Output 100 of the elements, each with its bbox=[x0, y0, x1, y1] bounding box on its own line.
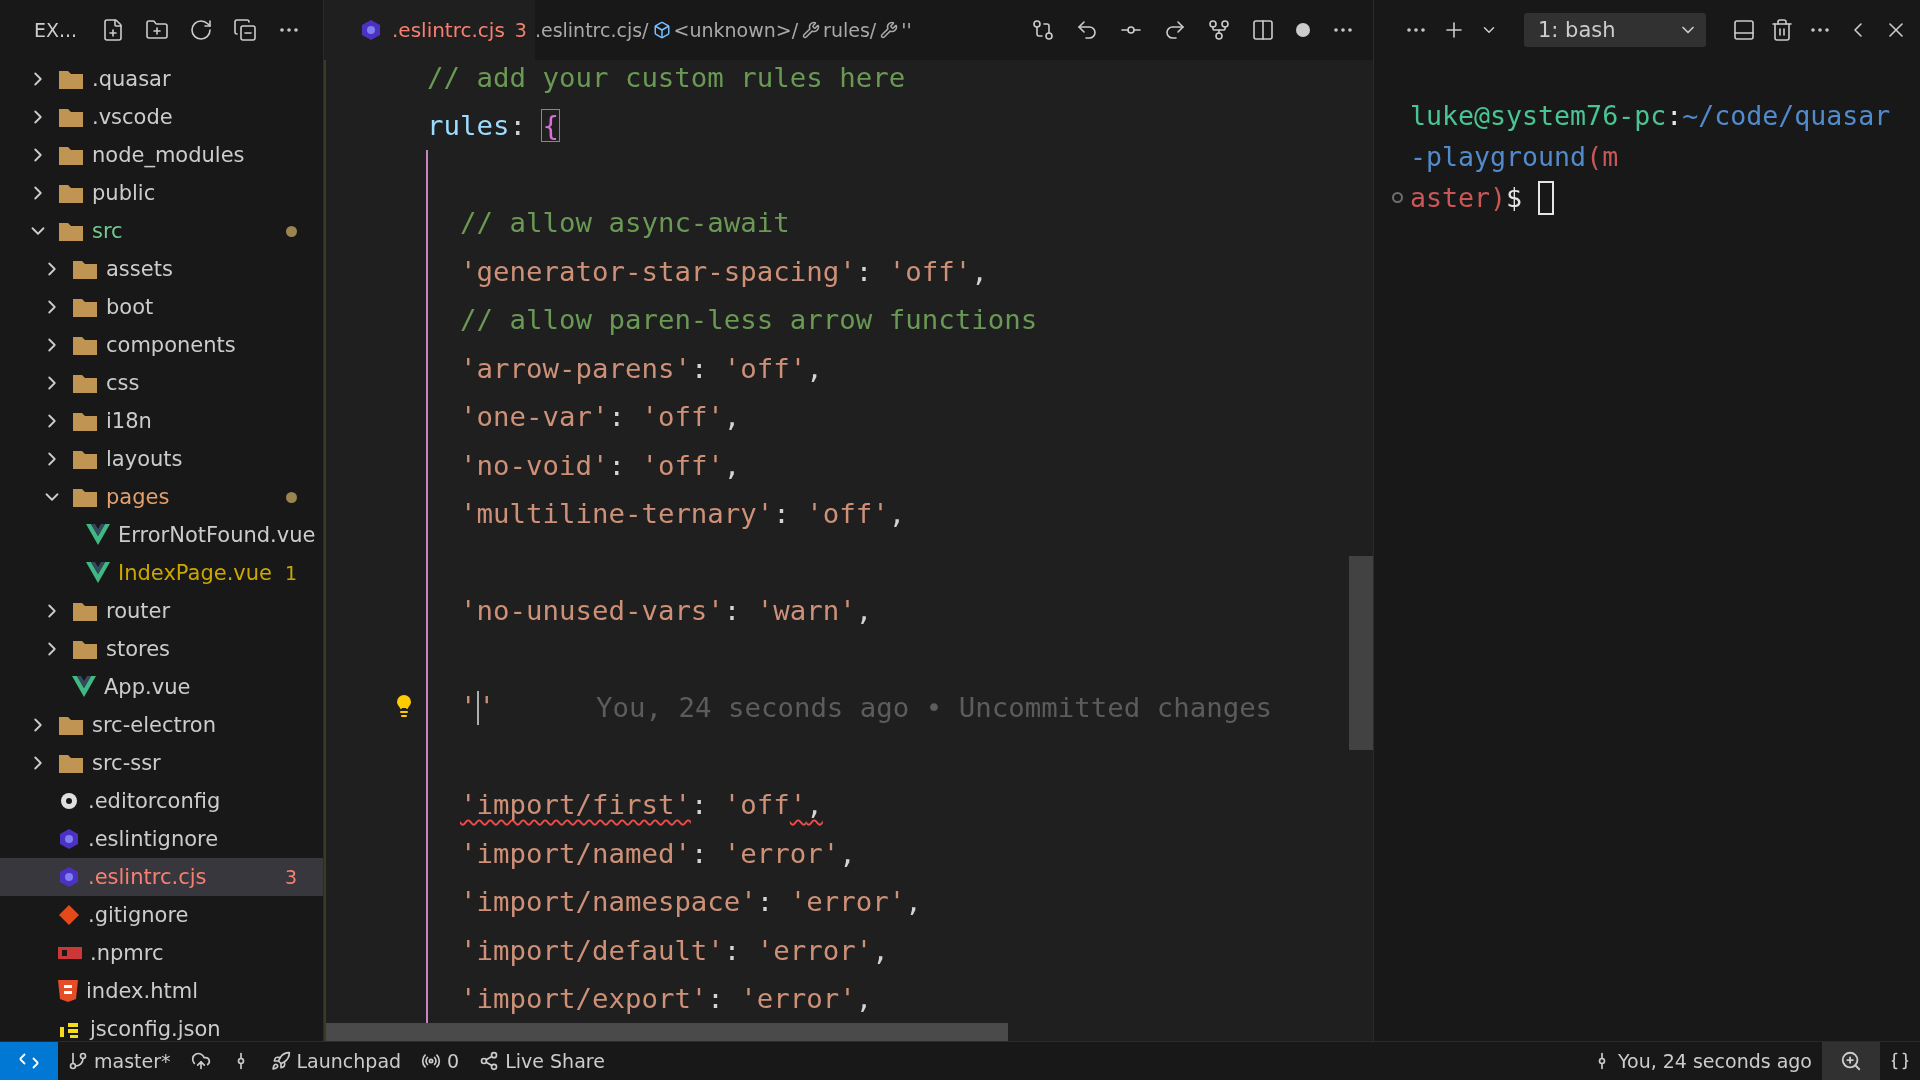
rocket-icon bbox=[270, 1051, 291, 1071]
tree-item[interactable]: node_modules bbox=[0, 136, 323, 174]
branch-button[interactable]: master* bbox=[58, 1042, 181, 1080]
circle-icon bbox=[1392, 192, 1403, 203]
folder-icon bbox=[72, 600, 98, 622]
breadcrumb[interactable]: <unknown>/ bbox=[652, 19, 799, 41]
tree-item[interactable]: router bbox=[0, 592, 323, 630]
vue-icon bbox=[72, 676, 96, 698]
refresh-icon[interactable] bbox=[189, 18, 214, 42]
tree-item[interactable]: pages bbox=[0, 478, 323, 516]
tree-item[interactable]: css bbox=[0, 364, 323, 402]
code-text: 'import/export': 'error', bbox=[459, 982, 874, 1017]
code-text: rules: { bbox=[426, 109, 560, 144]
cloud-upload-icon[interactable] bbox=[190, 1051, 211, 1071]
folder-icon bbox=[72, 334, 98, 356]
symbol-icon bbox=[652, 21, 671, 39]
unsaved-dot-icon[interactable] bbox=[1295, 22, 1311, 38]
npm-icon bbox=[58, 947, 82, 959]
live-share-button[interactable]: Live Share bbox=[469, 1042, 615, 1080]
hexagon-icon bbox=[58, 828, 80, 850]
hexagon-icon bbox=[360, 19, 382, 41]
collapse-icon[interactable] bbox=[233, 18, 258, 42]
folder-icon bbox=[58, 144, 84, 166]
code-text: 'import/namespace': 'error', bbox=[459, 885, 923, 920]
tree-item[interactable]: stores bbox=[0, 630, 323, 668]
tree-item[interactable]: i18n bbox=[0, 402, 323, 440]
terminal-line: aster)$ bbox=[1410, 181, 1523, 215]
explorer-title: EX... bbox=[34, 19, 78, 41]
undo-icon[interactable] bbox=[1075, 18, 1099, 42]
code-text: 'multiline-ternary': 'off', bbox=[459, 497, 907, 532]
diamond-icon bbox=[58, 904, 80, 926]
tree-item[interactable]: IndexPage.vue 1 bbox=[0, 554, 323, 592]
scrollbar-thumb[interactable] bbox=[326, 1023, 1008, 1041]
tree-item[interactable]: jsconfig.json bbox=[0, 1010, 323, 1041]
terminal-line: luke@system76-pc:~/code/quasar bbox=[1410, 99, 1891, 133]
tree-item[interactable]: layouts bbox=[0, 440, 323, 478]
terminal-line: -playground(m bbox=[1410, 140, 1619, 174]
code-text: 'no-void': 'off', bbox=[459, 448, 742, 483]
problem-count: 3 bbox=[284, 866, 297, 888]
status-dot bbox=[286, 225, 297, 237]
code-text: '' bbox=[459, 687, 496, 728]
share-icon bbox=[479, 1051, 500, 1071]
ports-button[interactable]: 0 bbox=[411, 1042, 470, 1080]
branch-icon bbox=[68, 1051, 88, 1071]
folder-icon bbox=[72, 258, 98, 280]
vue-icon bbox=[86, 562, 110, 584]
folder-icon bbox=[72, 486, 98, 508]
code-text: // add your custom rules here bbox=[426, 60, 907, 95]
tree-item[interactable]: .npmrc bbox=[0, 934, 323, 972]
split-panel-icon[interactable] bbox=[1732, 18, 1756, 42]
folder-icon bbox=[58, 182, 84, 204]
launchpad-button[interactable]: Launchpad bbox=[260, 1042, 412, 1080]
breadcrumb[interactable]: '' bbox=[880, 19, 912, 41]
tree-item[interactable]: .eslintignore bbox=[0, 820, 323, 858]
tree-item[interactable]: ErrorNotFound.vue bbox=[0, 516, 323, 554]
code-text: 'one-var': 'off', bbox=[459, 400, 742, 435]
breadcrumb[interactable]: rules/ bbox=[802, 19, 877, 41]
folder-icon bbox=[58, 752, 84, 774]
split-editor-icon[interactable] bbox=[1251, 18, 1275, 42]
hexagon-icon bbox=[58, 866, 80, 888]
tree-item[interactable]: boot bbox=[0, 288, 323, 326]
terminal-select[interactable]: 1: bash bbox=[1524, 13, 1706, 47]
folder-icon bbox=[72, 296, 98, 318]
tree-item[interactable]: src bbox=[0, 212, 323, 250]
braces-icon[interactable] bbox=[1890, 1051, 1910, 1071]
new-folder-icon[interactable] bbox=[145, 18, 170, 42]
zoom-button[interactable] bbox=[1822, 1042, 1880, 1080]
branch-icon[interactable] bbox=[1207, 18, 1231, 42]
wrench-icon bbox=[802, 21, 821, 39]
code-text: 'arrow-parens': 'off', bbox=[459, 351, 824, 386]
breadcrumb[interactable]: .eslintrc.cjs/ bbox=[534, 19, 649, 41]
tree-item[interactable]: public bbox=[0, 174, 323, 212]
tree-item[interactable]: src-electron bbox=[0, 706, 323, 744]
vue-icon bbox=[86, 524, 110, 546]
blame-button[interactable]: You, 24 seconds ago bbox=[1581, 1042, 1822, 1080]
tree-item[interactable]: components bbox=[0, 326, 323, 364]
tree-item[interactable]: App.vue bbox=[0, 668, 323, 706]
problem-count: 1 bbox=[284, 562, 297, 584]
folder-icon bbox=[58, 714, 84, 736]
tree-item[interactable]: .gitignore bbox=[0, 896, 323, 934]
tree-item[interactable]: index.html bbox=[0, 972, 323, 1010]
tree-item[interactable]: .eslintrc.cjs 3 bbox=[0, 858, 323, 896]
folder-icon bbox=[58, 68, 84, 90]
folder-icon bbox=[58, 220, 84, 242]
compare-icon[interactable] bbox=[1031, 18, 1055, 42]
folder-icon bbox=[72, 410, 98, 432]
tree-item[interactable]: assets bbox=[0, 250, 323, 288]
scrollbar-thumb[interactable] bbox=[1349, 556, 1373, 750]
remote-button[interactable] bbox=[0, 1042, 58, 1080]
tree-item[interactable]: .vscode bbox=[0, 98, 323, 136]
editor-tab[interactable]: .eslintrc.cjs 3 bbox=[324, 0, 535, 60]
code-text: 'import/named': 'error', bbox=[459, 836, 857, 871]
shield-icon bbox=[58, 980, 78, 1002]
code-text: 'no-unused-vars': 'warn', bbox=[459, 594, 874, 629]
redo-icon[interactable] bbox=[1163, 18, 1187, 42]
trash-icon[interactable] bbox=[1770, 18, 1794, 42]
tree-item[interactable]: .quasar bbox=[0, 60, 323, 98]
tree-item[interactable]: .editorconfig bbox=[0, 782, 323, 820]
code-text: // allow async-await bbox=[459, 206, 791, 241]
tree-item[interactable]: src-ssr bbox=[0, 744, 323, 782]
